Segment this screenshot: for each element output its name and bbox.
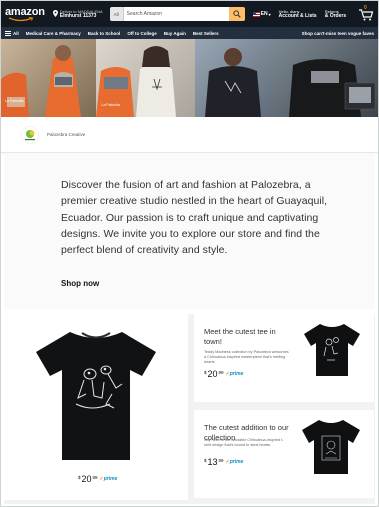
- product-price-1: $ 20 99 ✓prime: [204, 369, 243, 379]
- subnav-item-medical-care[interactable]: Medical Care & Pharmacy: [26, 31, 81, 36]
- secondary-nav: All Medical Care & Pharmacy Back to Scho…: [1, 27, 378, 39]
- subnav-item-buy-again[interactable]: Buy Again: [164, 31, 186, 36]
- tshirt-image-featured: [36, 332, 156, 460]
- search-category-select[interactable]: All: [109, 7, 124, 21]
- deliver-line-2: Elmhurst 11373: [59, 12, 97, 19]
- product-description-1: Teddy Madness collection by Palozebra we…: [204, 350, 289, 365]
- cart-count: 0: [364, 5, 367, 11]
- amazon-logo[interactable]: amazon: [5, 7, 45, 22]
- product-card-cutest-tee[interactable]: Meet the cutest tee in town! Teddy Madne…: [194, 314, 374, 402]
- price-cents: 99: [218, 458, 224, 463]
- hero-image-model-1: La Palomita: [1, 39, 96, 117]
- product-title-1: Meet the cutest tee in town!: [204, 327, 276, 346]
- price-whole: 20: [207, 369, 218, 379]
- palozebra-logo-icon[interactable]: [21, 125, 39, 144]
- caret-down-icon: ▾: [268, 11, 271, 17]
- price-whole: 13: [207, 457, 218, 467]
- price-cents: 99: [92, 475, 98, 480]
- search-input[interactable]: Search Amazon: [123, 7, 229, 21]
- product-description-2: Say hello to our adorable Chihuahua-insp…: [204, 438, 284, 448]
- price-symbol: $: [204, 458, 207, 463]
- account-label: Account & Lists: [278, 12, 317, 19]
- all-label: All: [13, 30, 19, 36]
- hero-image-model-3: [194, 39, 273, 117]
- tshirt-image-1: [304, 324, 360, 376]
- prime-badge: ✓prime: [226, 371, 244, 379]
- search-category-label: All: [113, 11, 119, 17]
- product-price-2: $ 13 99 ✓prime: [204, 457, 243, 467]
- product-price-1-value: $ 20 99: [204, 369, 224, 379]
- top-nav-bar: amazon Deliver to MADDALENA Elmhurst 113…: [1, 1, 378, 27]
- account-lists[interactable]: Hello, diany Account & Lists: [278, 9, 317, 19]
- products-section: $ 20 99 ✓prime Meet the cutest tee in to…: [4, 314, 375, 504]
- price-whole: 20: [81, 474, 92, 484]
- price-symbol: $: [204, 370, 207, 375]
- deliver-to[interactable]: Deliver to MADDALENA Elmhurst 11373: [52, 9, 103, 19]
- featured-price-value: $ 20 99: [78, 474, 98, 484]
- hero-banner[interactable]: La Palomita La Palomita: [1, 39, 378, 117]
- subnav-promo-link[interactable]: Shop can't-miss teen vogue faves: [302, 31, 374, 36]
- language-label: EN: [260, 11, 268, 17]
- returns-orders[interactable]: Returns & Orders: [324, 9, 347, 19]
- location-pin-icon: [52, 9, 58, 19]
- prime-label: prime: [229, 459, 244, 465]
- product-price-2-value: $ 13 99: [204, 457, 224, 467]
- cart-button[interactable]: 0: [358, 5, 374, 22]
- us-flag-icon: [252, 11, 260, 17]
- product-card-featured[interactable]: $ 20 99 ✓prime: [4, 314, 188, 500]
- hero-image-model-2: La Palomita: [95, 39, 195, 117]
- brand-bar: Palozebra Creative: [1, 117, 378, 153]
- product-card-cutest-addition[interactable]: The cutest addition to our collection Sa…: [194, 410, 374, 498]
- hamburger-icon: [5, 30, 11, 36]
- search-placeholder: Search Amazon: [126, 11, 162, 17]
- language-selector[interactable]: EN ▾: [252, 11, 271, 17]
- prime-label: prime: [103, 476, 118, 482]
- subnav-item-off-to-college[interactable]: Off to College: [127, 31, 157, 36]
- hero-caption-1: La Palomita: [5, 99, 24, 103]
- price-symbol: $: [78, 475, 81, 480]
- subnav-item-back-to-school[interactable]: Back to School: [88, 31, 121, 36]
- prime-badge: ✓prime: [226, 459, 244, 467]
- featured-price: $ 20 99 ✓prime: [78, 474, 117, 484]
- tshirt-image-2: [302, 420, 360, 474]
- page: amazon Deliver to MADDALENA Elmhurst 113…: [0, 0, 379, 507]
- hero-image-model-4: [272, 39, 378, 117]
- hero-caption-2: La Palomita: [101, 103, 120, 107]
- orders-label: & Orders: [324, 12, 347, 19]
- subnav-item-best-sellers[interactable]: Best Sellers: [193, 31, 219, 36]
- shop-now-link[interactable]: Shop now: [61, 279, 99, 288]
- prime-label: prime: [229, 371, 244, 377]
- brand-name[interactable]: Palozebra Creative: [47, 132, 85, 137]
- smile-arrow-icon: [8, 17, 34, 22]
- search-bar: All Search Amazon: [109, 7, 245, 21]
- search-icon: [233, 10, 241, 18]
- prime-badge: ✓prime: [100, 476, 118, 484]
- intro-section: Discover the fusion of art and fashion a…: [4, 153, 375, 309]
- intro-text: Discover the fusion of art and fashion a…: [61, 179, 328, 257]
- all-menu-button[interactable]: All: [5, 31, 19, 36]
- search-button[interactable]: [228, 7, 245, 21]
- price-cents: 99: [218, 370, 224, 375]
